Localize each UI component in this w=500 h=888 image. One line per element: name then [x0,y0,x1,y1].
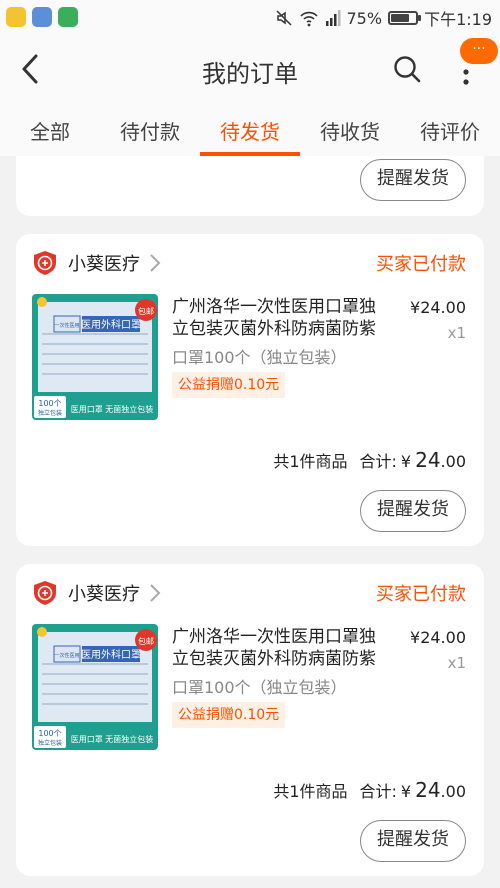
upload-notification-icon [58,7,78,27]
search-icon[interactable] [392,54,422,84]
total-decimal: .00 [440,452,466,471]
box-count: 100个 [38,729,61,738]
battery-level [391,14,410,22]
tab-pending-shipment[interactable]: 待发货 [200,102,300,156]
order-tabs: 全部 待付款 待发货 待收货 待评价 [0,102,500,156]
box-count-sub: 独立包装 [38,739,62,747]
shop-header[interactable]: 小葵医疗 买家已付款 [16,234,484,290]
mute-icon [275,10,292,26]
tab-pending-receipt[interactable]: 待收货 [300,102,400,156]
order-total: 共1件商品 合计: ¥ 24.00 [273,778,466,802]
chevron-right-icon [150,254,161,272]
shop-logo-icon [34,581,56,605]
tab-all[interactable]: 全部 [0,102,100,156]
product-price: ¥24.00 [410,298,466,317]
order-total: 共1件商品 合计: ¥ 24.00 [273,448,466,472]
donation-tag: 公益捐赠0.10元 [172,372,286,398]
tab-pending-review[interactable]: 待评价 [400,102,500,156]
notification-icons [6,7,78,27]
box-side-label: 一次性医用 [54,652,79,659]
box-count: 100个 [38,399,61,408]
total-decimal: .00 [440,782,466,801]
cloud-notification-icon [32,7,52,27]
product-title[interactable]: 广州洛华一次性医用口罩独立包装灭菌外科防病菌防紫外... [172,296,392,340]
status-bar: 75% 下午1:19 [0,0,500,36]
item-count: 共1件商品 [273,452,348,471]
free-shipping-badge: 包邮 [138,306,154,316]
remind-shipment-button[interactable]: 提醒发货 [360,490,466,532]
remind-shipment-button[interactable]: 提醒发货 [360,159,466,201]
total-label: 合计: [359,782,397,801]
box-label: 医用外科口罩 [81,318,141,331]
product-thumbnail[interactable]: 医用外科口罩 一次性医用 包邮 100个 独立包装 医用口罩 无菌独立包装 [32,294,158,420]
product-price: ¥24.00 [410,628,466,647]
order-status: 买家已付款 [376,254,466,275]
battery-percent: 75% [346,8,383,28]
product-quantity: x1 [447,324,466,342]
product-quantity: x1 [447,654,466,672]
product-thumbnail[interactable]: 医用外科口罩 一次性医用 包邮 100个 独立包装 医用口罩 无菌独立包装 [32,624,158,750]
page-title: 我的订单 [202,60,298,88]
app-notification-icon [6,7,26,27]
total-currency: ¥ [400,782,412,801]
order-card: 小葵医疗 买家已付款 医用外科口罩 一次性医用 包邮 100个 独立包装 医用口… [16,564,484,876]
item-count: 共1件商品 [273,782,348,801]
order-status: 买家已付款 [376,584,466,605]
donation-tag: 公益捐赠0.10元 [172,702,286,728]
nav-header: 我的订单 ··· [0,36,500,102]
product-spec: 口罩100个（独立包装） [172,348,347,367]
shop-header[interactable]: 小葵医疗 买家已付款 [16,564,484,620]
wifi-icon [299,11,318,27]
signal-icon [325,10,340,26]
total-amount: 24 [415,448,441,472]
total-currency: ¥ [400,452,412,471]
clock: 下午1:19 [424,10,492,29]
battery-icon [388,11,422,25]
box-count-sub: 独立包装 [38,409,62,417]
free-shipping-badge: 包邮 [138,636,154,646]
box-label: 医用外科口罩 [81,648,141,661]
product-spec: 口罩100个（独立包装） [172,678,347,697]
message-badge[interactable]: ··· [460,38,498,64]
order-card-partial: 提醒发货 [16,156,484,216]
system-indicators: 75% 下午1:19 [275,6,492,30]
shop-logo-icon [34,251,56,275]
total-amount: 24 [415,778,441,802]
remind-shipment-button[interactable]: 提醒发货 [360,820,466,862]
box-caption: 医用口罩 无菌独立包装 [71,404,154,414]
box-side-label: 一次性医用 [54,322,79,329]
tab-pending-payment[interactable]: 待付款 [100,102,200,156]
product-title[interactable]: 广州洛华一次性医用口罩独立包装灭菌外科防病菌防紫外... [172,626,392,670]
box-caption: 医用口罩 无菌独立包装 [71,734,154,744]
shop-name: 小葵医疗 [68,254,140,275]
order-card: 小葵医疗 买家已付款 医用外科口罩 一次性医用 包邮 100个 独立包装 医用口… [16,234,484,546]
chevron-right-icon [150,584,161,602]
total-label: 合计: [359,452,397,471]
shop-name: 小葵医疗 [68,584,140,605]
